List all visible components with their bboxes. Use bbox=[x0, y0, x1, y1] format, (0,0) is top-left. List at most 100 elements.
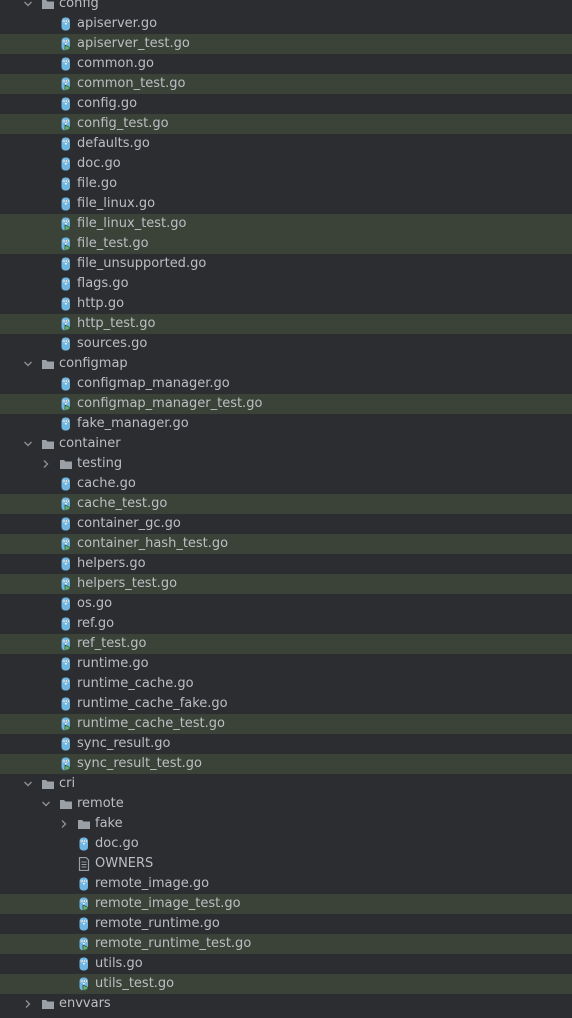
file-row[interactable]: apiserver.go bbox=[0, 14, 572, 34]
file-row[interactable]: common.go bbox=[0, 54, 572, 74]
file-row[interactable]: sources.go bbox=[0, 334, 572, 354]
file-row[interactable]: file_unsupported.go bbox=[0, 254, 572, 274]
folder-icon bbox=[59, 457, 73, 471]
go-file-icon bbox=[59, 617, 73, 631]
go-test-file-icon bbox=[59, 237, 73, 252]
folder-icon bbox=[77, 817, 91, 831]
go-test-file-icon bbox=[59, 757, 73, 772]
go-file-icon bbox=[59, 697, 73, 711]
chevron-down-icon[interactable] bbox=[22, 0, 34, 14]
file-row[interactable]: sync_result.go bbox=[0, 734, 572, 754]
file-label: sync_result.go bbox=[77, 736, 171, 751]
file-row[interactable]: OWNERS bbox=[0, 854, 572, 874]
go-test-file-icon bbox=[59, 37, 73, 52]
file-label: fake_manager.go bbox=[77, 416, 189, 431]
file-row[interactable]: apiserver_test.go bbox=[0, 34, 572, 54]
folder-row[interactable]: remote bbox=[0, 794, 572, 814]
folder-row[interactable]: container bbox=[0, 434, 572, 454]
go-file-icon bbox=[59, 97, 73, 111]
folder-icon bbox=[41, 357, 55, 371]
file-row[interactable]: container_hash_test.go bbox=[0, 534, 572, 554]
file-row[interactable]: runtime.go bbox=[0, 654, 572, 674]
file-row[interactable]: runtime_cache_fake.go bbox=[0, 694, 572, 714]
file-row[interactable]: ref.go bbox=[0, 614, 572, 634]
file-label: configmap_manager.go bbox=[77, 376, 230, 391]
file-row[interactable]: flags.go bbox=[0, 274, 572, 294]
file-label: doc.go bbox=[77, 156, 121, 171]
file-row[interactable]: remote_image.go bbox=[0, 874, 572, 894]
file-label: cache_test.go bbox=[77, 496, 168, 511]
file-label: runtime_cache_fake.go bbox=[77, 696, 228, 711]
file-row[interactable]: ref_test.go bbox=[0, 634, 572, 654]
file-row[interactable]: cache_test.go bbox=[0, 494, 572, 514]
file-row[interactable]: cache.go bbox=[0, 474, 572, 494]
go-test-file-icon bbox=[59, 117, 73, 132]
file-label: ref_test.go bbox=[77, 636, 147, 651]
file-row[interactable]: utils.go bbox=[0, 954, 572, 974]
file-row[interactable]: common_test.go bbox=[0, 74, 572, 94]
file-label: file_linux.go bbox=[77, 196, 156, 211]
file-row[interactable]: file.go bbox=[0, 174, 572, 194]
file-row[interactable]: runtime_cache.go bbox=[0, 674, 572, 694]
file-row[interactable]: helpers.go bbox=[0, 554, 572, 574]
file-row[interactable]: doc.go bbox=[0, 834, 572, 854]
folder-label: container bbox=[59, 436, 121, 451]
chevron-right-icon[interactable] bbox=[58, 814, 70, 834]
file-row[interactable]: file_linux.go bbox=[0, 194, 572, 214]
file-label: flags.go bbox=[77, 276, 129, 291]
folder-row[interactable]: cri bbox=[0, 774, 572, 794]
file-label: cache.go bbox=[77, 476, 136, 491]
go-test-file-icon bbox=[77, 977, 91, 992]
go-file-icon bbox=[59, 277, 73, 291]
file-label: ref.go bbox=[77, 616, 115, 631]
file-row[interactable]: remote_runtime.go bbox=[0, 914, 572, 934]
folder-icon bbox=[59, 797, 73, 811]
go-file-icon bbox=[59, 17, 73, 31]
file-row[interactable]: file_test.go bbox=[0, 234, 572, 254]
folder-row[interactable]: configmap bbox=[0, 354, 572, 374]
file-row[interactable]: os.go bbox=[0, 594, 572, 614]
file-row[interactable]: configmap_manager.go bbox=[0, 374, 572, 394]
file-row[interactable]: doc.go bbox=[0, 154, 572, 174]
file-label: file.go bbox=[77, 176, 118, 191]
file-row[interactable]: file_linux_test.go bbox=[0, 214, 572, 234]
file-row[interactable]: defaults.go bbox=[0, 134, 572, 154]
file-label: remote_image_test.go bbox=[95, 896, 241, 911]
go-file-icon bbox=[59, 677, 73, 691]
file-row[interactable]: config.go bbox=[0, 94, 572, 114]
file-row[interactable]: helpers_test.go bbox=[0, 574, 572, 594]
go-file-icon bbox=[59, 157, 73, 171]
go-file-icon bbox=[59, 177, 73, 191]
file-row[interactable]: config_test.go bbox=[0, 114, 572, 134]
file-row[interactable]: remote_image_test.go bbox=[0, 894, 572, 914]
file-row[interactable]: remote_runtime_test.go bbox=[0, 934, 572, 954]
folder-icon bbox=[41, 777, 55, 791]
file-label: OWNERS bbox=[95, 856, 154, 871]
go-file-icon bbox=[77, 917, 91, 931]
file-label: config.go bbox=[77, 96, 138, 111]
chevron-down-icon[interactable] bbox=[22, 774, 34, 794]
chevron-right-icon[interactable] bbox=[22, 994, 34, 1014]
go-test-file-icon bbox=[59, 717, 73, 732]
folder-icon bbox=[41, 0, 55, 11]
file-row[interactable]: configmap_manager_test.go bbox=[0, 394, 572, 414]
folder-row[interactable]: envvars bbox=[0, 994, 572, 1014]
file-row[interactable]: fake_manager.go bbox=[0, 414, 572, 434]
file-row[interactable]: sync_result_test.go bbox=[0, 754, 572, 774]
file-row[interactable]: utils_test.go bbox=[0, 974, 572, 994]
folder-row[interactable]: fake bbox=[0, 814, 572, 834]
file-row[interactable]: runtime_cache_test.go bbox=[0, 714, 572, 734]
go-file-icon bbox=[59, 57, 73, 71]
file-row[interactable]: http.go bbox=[0, 294, 572, 314]
chevron-down-icon[interactable] bbox=[22, 434, 34, 454]
file-label: utils_test.go bbox=[95, 976, 175, 991]
file-row[interactable]: container_gc.go bbox=[0, 514, 572, 534]
chevron-down-icon[interactable] bbox=[40, 794, 52, 814]
go-file-icon bbox=[59, 137, 73, 151]
chevron-right-icon[interactable] bbox=[40, 454, 52, 474]
file-row[interactable]: http_test.go bbox=[0, 314, 572, 334]
folder-row[interactable]: config bbox=[0, 0, 572, 14]
folder-row[interactable]: testing bbox=[0, 454, 572, 474]
chevron-down-icon[interactable] bbox=[22, 354, 34, 374]
go-file-icon bbox=[59, 477, 73, 491]
